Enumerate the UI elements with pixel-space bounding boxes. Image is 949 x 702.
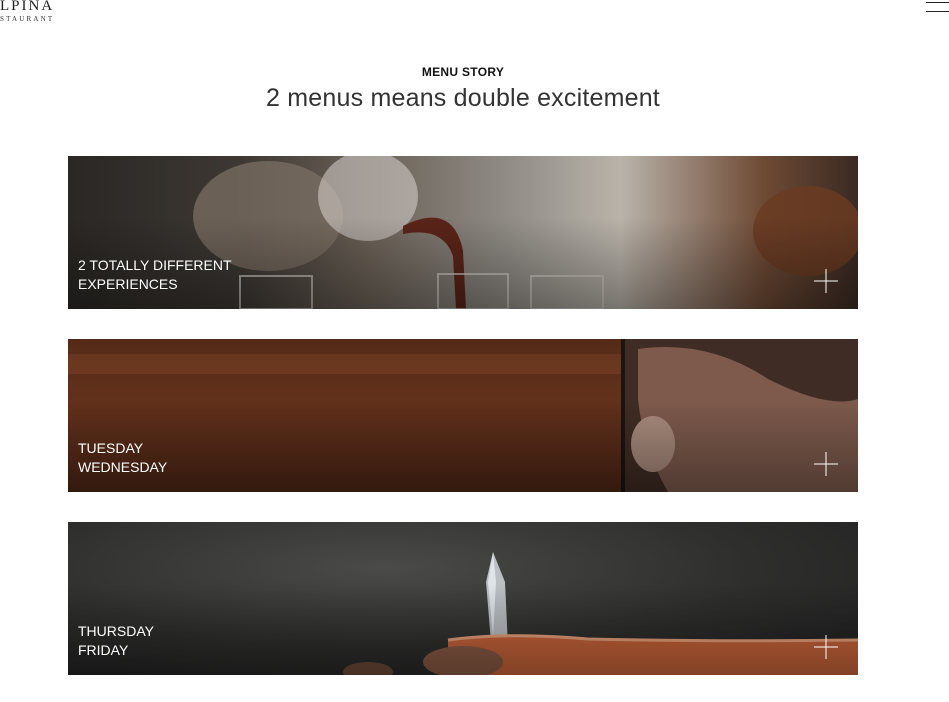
menu-toggle-icon[interactable]: [926, 2, 949, 12]
section-headline: 2 menus means double excitement: [266, 84, 660, 112]
menu-card-tuesday-wednesday[interactable]: TUESDAY WEDNESDAY: [68, 339, 858, 492]
section-eyebrow: MENU STORY: [421, 65, 505, 79]
expand-plus-icon[interactable]: [814, 635, 838, 659]
menu-toggle-line: [926, 11, 949, 12]
card-label-line1: 2 TOTALLY DIFFERENT: [78, 257, 232, 273]
card-label: THURSDAY FRIDAY: [78, 622, 154, 660]
card-label: 2 TOTALLY DIFFERENT EXPERIENCES: [78, 256, 232, 294]
card-label-line1: THURSDAY: [78, 623, 154, 639]
menu-card-thursday-friday[interactable]: THURSDAY FRIDAY: [68, 522, 858, 675]
logo-name: LPINA: [0, 0, 55, 14]
expand-plus-icon[interactable]: [814, 269, 838, 293]
logo-subtitle: STAURANT: [0, 15, 55, 23]
restaurant-logo[interactable]: LPINA STAURANT: [0, 0, 54, 24]
card-label-line2: EXPERIENCES: [78, 276, 178, 292]
card-label-line2: WEDNESDAY: [78, 459, 168, 475]
menu-card-experiences[interactable]: 2 TOTALLY DIFFERENT EXPERIENCES: [68, 156, 858, 309]
card-label-line2: FRIDAY: [78, 642, 129, 658]
menu-toggle-line: [926, 2, 949, 3]
card-label: TUESDAY WEDNESDAY: [78, 439, 167, 477]
card-label-line1: TUESDAY: [78, 440, 144, 456]
expand-plus-icon[interactable]: [814, 452, 838, 476]
